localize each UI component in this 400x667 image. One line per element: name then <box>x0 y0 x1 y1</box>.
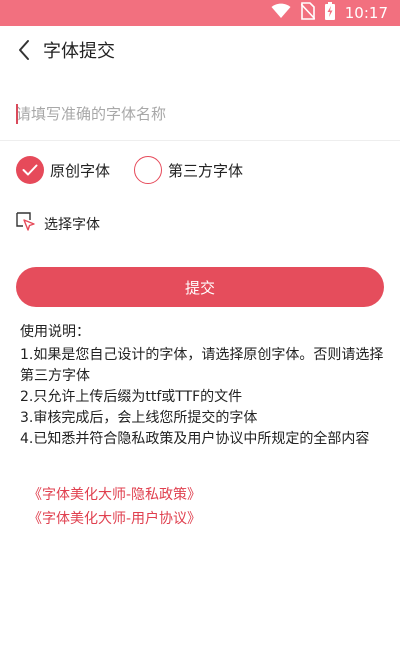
status-icons: 10:17 <box>271 0 388 26</box>
no-sim-icon <box>300 2 316 24</box>
usage-instructions: 使用说明： 1.如果是您自己设计的字体，请选择原创字体。否则请选择第三方字体 2… <box>20 322 386 450</box>
policy-links: 《字体美化大师-隐私政策》 《字体美化大师-用户协议》 <box>28 485 201 533</box>
battery-charging-icon <box>324 2 335 24</box>
chevron-left-icon <box>17 39 31 65</box>
usage-title: 使用说明： <box>20 324 90 340</box>
app-bar: 字体提交 <box>0 26 400 78</box>
wifi-icon <box>271 3 291 23</box>
page-title: 字体提交 <box>43 41 115 62</box>
back-button[interactable] <box>8 36 40 68</box>
font-name-field <box>16 96 384 132</box>
radio-label-third-party: 第三方字体 <box>168 161 244 180</box>
usage-item: 2.只允许上传后缀为ttf或TTF的文件 <box>20 389 243 405</box>
radio-checked-icon <box>16 156 44 184</box>
usage-item: 4.已知悉并符合隐私政策及用户协议中所规定的全部内容 <box>20 431 370 447</box>
radio-unchecked-icon <box>134 156 162 184</box>
submit-button[interactable]: 提交 <box>16 267 384 307</box>
status-bar: 10:17 <box>0 0 400 26</box>
cursor-select-icon <box>16 212 36 236</box>
text-caret <box>16 104 18 124</box>
status-time: 10:17 <box>344 4 388 22</box>
divider <box>0 140 400 141</box>
select-font-button[interactable]: 选择字体 <box>16 212 100 236</box>
usage-item: 1.如果是您自己设计的字体，请选择原创字体。否则请选择第三方字体 <box>20 347 384 384</box>
radio-original-font[interactable]: 原创字体 <box>16 154 110 186</box>
user-agreement-link[interactable]: 《字体美化大师-用户协议》 <box>28 509 201 530</box>
privacy-policy-link[interactable]: 《字体美化大师-隐私政策》 <box>28 485 201 506</box>
radio-label-original: 原创字体 <box>50 161 111 180</box>
select-font-label: 选择字体 <box>44 217 100 233</box>
font-name-input[interactable] <box>16 96 384 132</box>
radio-third-party-font[interactable]: 第三方字体 <box>134 154 243 186</box>
usage-item: 3.审核完成后，会上线您所提交的字体 <box>20 410 258 426</box>
